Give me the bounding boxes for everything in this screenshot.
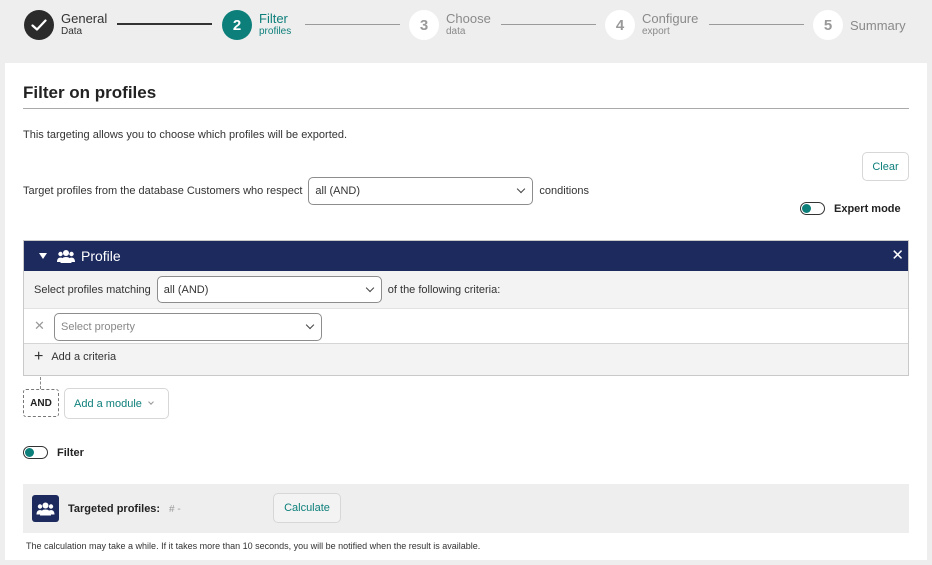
target-suffix: conditions [539, 185, 589, 197]
filter-toggle-label: Filter [57, 446, 84, 459]
expert-mode: Expert mode [800, 202, 901, 215]
step-number: 5 [813, 10, 843, 40]
criteria-row: ✕ Select property [24, 308, 908, 344]
filter-card: Filter on profiles This targeting allows… [5, 63, 927, 560]
calculate-button[interactable]: Calculate [273, 493, 341, 523]
step-title: Summary [850, 18, 906, 33]
collapse-triangle-icon[interactable] [39, 253, 47, 259]
title-divider [23, 108, 909, 109]
step-connector [117, 23, 212, 25]
intro-text: This targeting allows you to choose whic… [23, 129, 348, 141]
match-condition-select[interactable]: all (AND) [156, 276, 382, 303]
step-title: Filter [259, 11, 288, 26]
expert-mode-toggle[interactable] [800, 202, 825, 215]
step-connector [709, 24, 804, 25]
users-group-icon [32, 495, 59, 522]
step-connector [501, 24, 596, 25]
plus-icon: + [34, 348, 44, 365]
remove-criteria-icon[interactable]: ✕ [34, 318, 45, 334]
stepper: General Data 2 Filter profiles 3 Choose … [0, 0, 932, 60]
step-general[interactable]: General Data [24, 10, 107, 40]
step-subtitle: profiles [259, 26, 292, 37]
connector-line [40, 377, 41, 389]
expert-mode-label: Expert mode [834, 202, 901, 215]
add-criteria-button[interactable]: + Add a criteria [34, 348, 117, 365]
filter-toggle-row: Filter [23, 446, 84, 459]
targeted-profiles-value: # - [169, 504, 181, 515]
targeted-profiles-panel: Targeted profiles: # - Calculate [23, 484, 909, 533]
chevron-down-icon [305, 320, 315, 330]
target-row: Target profiles from the database Custom… [23, 177, 589, 205]
chevron-down-icon [365, 283, 375, 292]
step-title: General [61, 11, 108, 26]
profile-module: Profile ✕ Select profiles matching all (… [23, 240, 909, 376]
add-module-label: Add a module [74, 397, 142, 410]
profile-module-title: Profile [81, 248, 121, 264]
step-number: 2 [222, 10, 252, 40]
select-value: all (AND) [163, 283, 209, 296]
toggle-knob [25, 448, 34, 457]
target-condition-select[interactable]: all (AND) [308, 177, 534, 205]
check-icon [24, 10, 54, 40]
step-summary[interactable]: 5 Summary [813, 10, 906, 40]
close-icon[interactable]: ✕ [891, 248, 904, 263]
match-prefix: Select profiles matching [34, 283, 151, 296]
step-subtitle: Data [61, 26, 83, 37]
page-title: Filter on profiles [23, 83, 157, 102]
match-suffix: of the following criteria: [387, 283, 501, 296]
target-prefix: Target profiles from the database Custom… [23, 185, 303, 197]
filter-toggle[interactable] [23, 446, 48, 459]
chevron-down-icon [517, 184, 526, 194]
step-configure[interactable]: 4 Configure export [605, 10, 698, 40]
users-group-icon [57, 249, 75, 263]
toggle-knob [802, 204, 811, 213]
step-connector [305, 24, 400, 25]
step-title: Configure [642, 11, 699, 26]
profile-module-header[interactable]: Profile ✕ [24, 241, 908, 271]
step-number: 4 [605, 10, 635, 40]
add-module-button[interactable]: Add a module [64, 388, 169, 419]
select-value: all (AND) [315, 185, 361, 197]
add-criteria-label: Add a criteria [51, 351, 117, 363]
step-subtitle: data [446, 26, 466, 37]
chevron-down-icon [148, 399, 154, 405]
step-number: 3 [409, 10, 439, 40]
step-title: Choose [446, 11, 491, 26]
step-filter[interactable]: 2 Filter profiles [222, 10, 291, 40]
calculation-note: The calculation may take a while. If it … [26, 541, 481, 551]
property-placeholder: Select property [61, 321, 135, 333]
step-choose[interactable]: 3 Choose data [409, 10, 491, 40]
match-row: Select profiles matching all (AND) of th… [34, 276, 500, 303]
property-select[interactable]: Select property [54, 313, 322, 341]
clear-button[interactable]: Clear [862, 152, 909, 181]
and-operator-badge[interactable]: AND [23, 389, 59, 417]
targeted-profiles-label: Targeted profiles: [68, 503, 161, 515]
step-subtitle: export [642, 26, 670, 37]
